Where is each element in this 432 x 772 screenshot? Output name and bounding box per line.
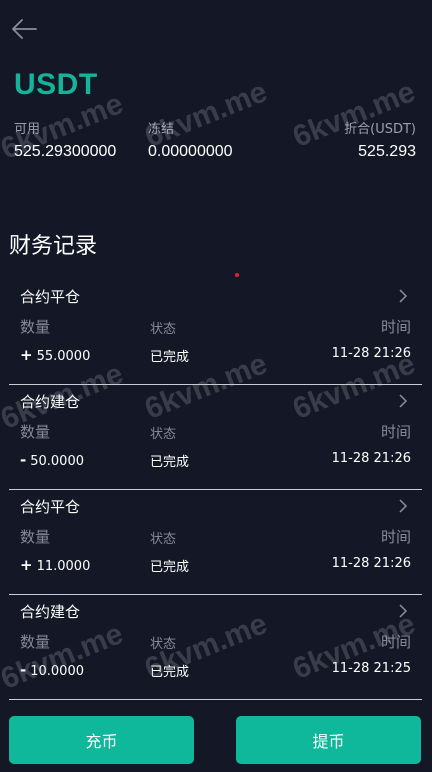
withdraw-button[interactable]: 提币 [236, 716, 421, 764]
amount-sign: + [20, 556, 33, 574]
record-amount: -10.0000 [20, 661, 84, 679]
amount-value: 10.0000 [30, 664, 84, 679]
record-item[interactable]: 合约平仓 数量 状态 时间 +11.0000 已完成 11-28 21:26 [9, 490, 422, 595]
status-label: 状态 [150, 322, 177, 337]
record-item[interactable]: 合约平仓 数量 状态 时间 +55.0000 已完成 11-28 21:26 [9, 280, 422, 385]
chevron-right-icon [399, 289, 408, 303]
record-item[interactable]: 合约建仓 数量 状态 时间 -10.0000 已完成 11-28 21:25 [9, 595, 422, 700]
time-label: 时间 [380, 528, 411, 546]
qty-label: 数量 [20, 528, 51, 546]
time-label: 时间 [380, 633, 411, 651]
record-amount: -50.0000 [20, 451, 84, 469]
status-label: 状态 [150, 427, 177, 442]
converted-label: 折合(USDT) [344, 122, 416, 137]
status-label: 状态 [150, 637, 177, 652]
frozen-balance: 冻结 0.00000000 [148, 118, 233, 161]
amount-sign: + [20, 346, 33, 364]
available-label: 可用 [14, 122, 41, 137]
amount-value: 55.0000 [36, 349, 91, 364]
record-title: 合约平仓 [20, 288, 81, 306]
converted-balance: 折合(USDT) 525.293 [344, 118, 416, 161]
asset-symbol: USDT [14, 68, 98, 101]
record-status: 已完成 [150, 350, 190, 365]
time-label: 时间 [380, 318, 411, 336]
record-status: 已完成 [150, 665, 190, 680]
record-status: 已完成 [150, 560, 190, 575]
record-item[interactable]: 合约建仓 数量 状态 时间 -50.0000 已完成 11-28 21:26 [9, 385, 422, 490]
arrow-left-icon[interactable] [10, 16, 38, 42]
available-value: 525.29300000 [14, 143, 117, 160]
record-title: 合约建仓 [20, 393, 81, 411]
chevron-right-icon [399, 394, 408, 408]
record-time: 11-28 21:26 [331, 451, 411, 466]
indicator-dot [235, 273, 239, 277]
amount-sign: - [20, 661, 27, 679]
chevron-right-icon [399, 604, 408, 618]
record-time: 11-28 21:26 [331, 346, 411, 361]
qty-label: 数量 [20, 633, 51, 651]
record-time: 11-28 21:26 [331, 556, 411, 571]
converted-value: 525.293 [358, 143, 416, 160]
qty-label: 数量 [20, 318, 51, 336]
deposit-button[interactable]: 充币 [9, 716, 194, 764]
available-balance: 可用 525.29300000 [14, 118, 116, 161]
record-amount: +55.0000 [20, 346, 90, 364]
chevron-right-icon [399, 499, 408, 513]
header [0, 0, 432, 58]
amount-value: 11.0000 [36, 559, 91, 574]
qty-label: 数量 [20, 423, 51, 441]
amount-value: 50.0000 [30, 454, 84, 469]
record-title: 合约平仓 [20, 498, 81, 516]
record-title: 合约建仓 [20, 603, 81, 621]
status-label: 状态 [150, 532, 177, 547]
record-time: 11-28 21:25 [331, 661, 411, 676]
time-label: 时间 [380, 423, 411, 441]
record-status: 已完成 [150, 455, 190, 470]
frozen-label: 冻结 [148, 122, 175, 137]
records-title: 财务记录 [9, 234, 98, 259]
amount-sign: - [20, 451, 27, 469]
record-amount: +11.0000 [20, 556, 90, 574]
frozen-value: 0.00000000 [148, 143, 233, 160]
records-list: 合约平仓 数量 状态 时间 +55.0000 已完成 11-28 21:26 合… [9, 280, 422, 700]
